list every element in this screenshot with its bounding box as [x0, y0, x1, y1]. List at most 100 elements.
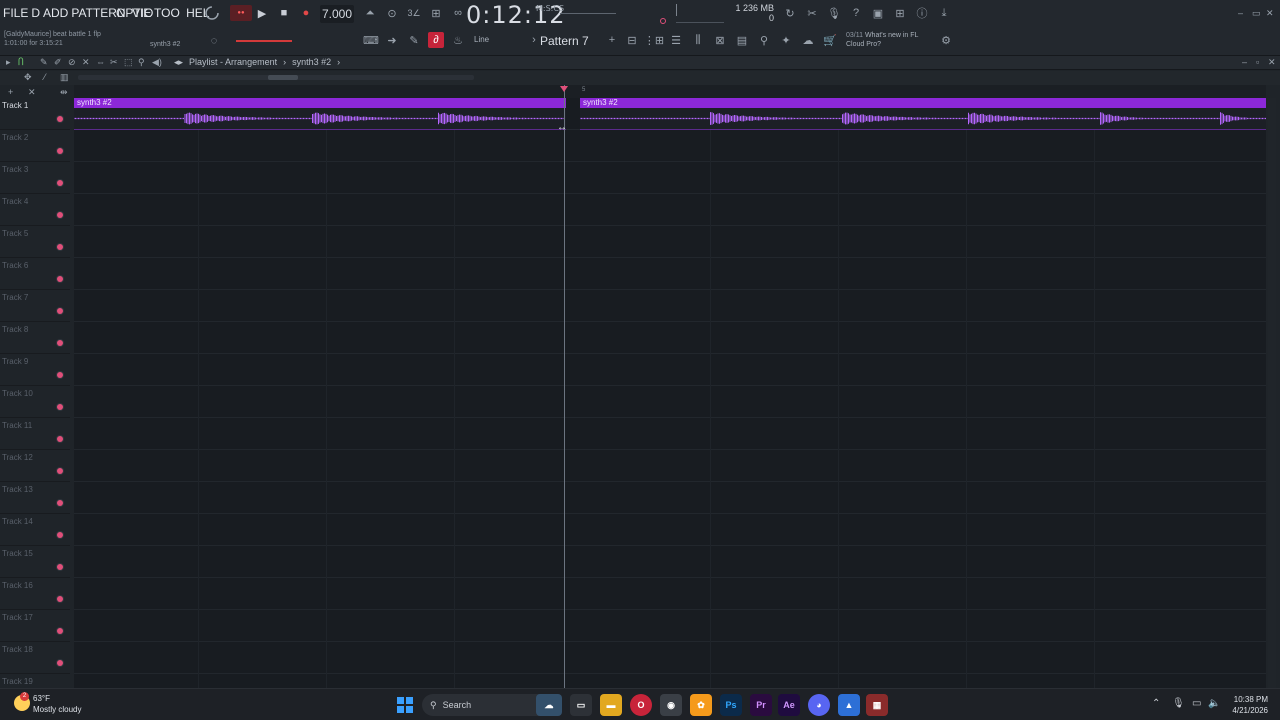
add-track-icon[interactable]: +: [8, 87, 13, 97]
track-lane[interactable]: [74, 546, 1266, 578]
track-header[interactable]: Track 8: [0, 322, 70, 354]
draw-tool-icon[interactable]: ✎: [40, 57, 48, 68]
breadcrumb-playlist[interactable]: Playlist - Arrangement: [189, 57, 277, 68]
track-lane[interactable]: [74, 642, 1266, 674]
playlist-icon[interactable]: ⊟: [624, 32, 640, 48]
project-picker-icon[interactable]: ⊠: [712, 32, 728, 48]
audio-clip[interactable]: synth3 #2: [74, 98, 566, 130]
save-icon[interactable]: ▣: [870, 5, 886, 21]
cut-icon[interactable]: ✂: [804, 5, 820, 21]
piano-roll-icon[interactable]: ⋮⊞: [644, 32, 664, 48]
track-lane[interactable]: [74, 418, 1266, 450]
track-mute-dot-icon[interactable]: [57, 628, 63, 634]
track-header[interactable]: Track 13: [0, 482, 70, 514]
countdown-icon[interactable]: 3∠: [406, 5, 422, 21]
record-icon[interactable]: ●: [298, 5, 314, 21]
track-lane[interactable]: [74, 194, 1266, 226]
track-lane[interactable]: [74, 450, 1266, 482]
track-header[interactable]: Track 12: [0, 450, 70, 482]
close-icon[interactable]: ✕: [1266, 8, 1274, 19]
menu-options[interactable]: OPTIO: [116, 6, 156, 22]
track-mute-dot-icon[interactable]: [57, 148, 63, 154]
mixer-icon[interactable]: ⫼: [690, 32, 706, 48]
help-icon[interactable]: ?: [848, 5, 864, 21]
select-tool-icon[interactable]: ⬚: [124, 57, 133, 68]
track-header[interactable]: Track 1: [0, 98, 70, 130]
track-lane[interactable]: [74, 290, 1266, 322]
track-lane[interactable]: [74, 578, 1266, 610]
microphone-icon[interactable]: 🎙: [826, 5, 842, 21]
restore-icon[interactable]: ▭: [1252, 8, 1261, 19]
playhead[interactable]: [564, 85, 565, 688]
discord-icon[interactable]: ◕: [808, 694, 830, 716]
track-lane[interactable]: [74, 130, 1266, 162]
link-icon[interactable]: ∂: [428, 32, 444, 48]
cloud-icon[interactable]: ☁: [800, 32, 816, 48]
download-icon[interactable]: ⤓: [936, 5, 952, 21]
playback-tool-icon[interactable]: ◀): [152, 57, 162, 68]
magnet-icon[interactable]: Ⴖ: [18, 57, 24, 68]
windows-start-icon[interactable]: [394, 694, 416, 716]
track-lane[interactable]: [74, 610, 1266, 642]
track-mute-dot-icon[interactable]: [57, 596, 63, 602]
undo-history-icon[interactable]: ↻: [782, 5, 798, 21]
track-header[interactable]: Track 6: [0, 258, 70, 290]
track-mute-dot-icon[interactable]: [57, 340, 63, 346]
tray-display-icon[interactable]: ▭: [1192, 698, 1201, 709]
keyboard-icon[interactable]: ⌨: [362, 32, 380, 48]
track-resize-icon[interactable]: ⇹: [60, 87, 68, 98]
channel-rack-icon[interactable]: ☰: [668, 32, 684, 48]
vpn-icon[interactable]: ▲: [838, 694, 860, 716]
vertical-scrollbar[interactable]: [1268, 98, 1276, 688]
playlist-close-icon[interactable]: ✕: [1268, 57, 1276, 68]
track-header[interactable]: Track 2: [0, 130, 70, 162]
track-header[interactable]: Track 16: [0, 578, 70, 610]
track-header[interactable]: Track 15: [0, 546, 70, 578]
file-explorer-icon[interactable]: ▬: [600, 694, 622, 716]
news-panel[interactable]: 03/11 What's new in FL Cloud Pro?: [846, 31, 918, 49]
track-header[interactable]: Track 9: [0, 354, 70, 386]
menu-tools[interactable]: TOO: [154, 6, 183, 22]
playhead-marker[interactable]: [560, 86, 568, 92]
track-lane[interactable]: [74, 514, 1266, 546]
shop-icon[interactable]: 🛒: [822, 32, 838, 48]
track-lane[interactable]: [74, 386, 1266, 418]
track-mute-dot-icon[interactable]: [57, 404, 63, 410]
track-mute-dot-icon[interactable]: [57, 468, 63, 474]
track-mute-dot-icon[interactable]: [57, 372, 63, 378]
track-lane[interactable]: [74, 482, 1266, 514]
track-header[interactable]: Track 11: [0, 418, 70, 450]
menu-add[interactable]: ADD: [43, 6, 71, 22]
song-time-display[interactable]: 0:12:12 M:S:CS: [466, 1, 566, 29]
tempo-tapper-icon[interactable]: ✦: [778, 32, 794, 48]
tempo-display[interactable]: 7.000: [320, 5, 354, 23]
track-header[interactable]: Track 17: [0, 610, 70, 642]
blend-notes-icon[interactable]: ⊞: [428, 5, 444, 21]
master-volume-knob[interactable]: [660, 18, 666, 24]
mute-tool-icon[interactable]: ✕: [82, 57, 90, 68]
wait-for-input-icon[interactable]: ⊙: [384, 5, 400, 21]
opera-icon[interactable]: O: [630, 694, 652, 716]
track-header[interactable]: Track 4: [0, 194, 70, 226]
zoom-tool-icon[interactable]: ⚲: [138, 57, 145, 68]
track-header[interactable]: Track 14: [0, 514, 70, 546]
settings-gear-icon[interactable]: ⚙: [938, 32, 954, 48]
obs-icon[interactable]: ◉: [660, 694, 682, 716]
horizontal-scrollbar[interactable]: [78, 75, 474, 80]
timeline-ruler[interactable]: 5: [74, 85, 1266, 98]
track-mute-dot-icon[interactable]: [57, 532, 63, 538]
arrangement-grid[interactable]: synth3 #2 synth3 #2: [74, 98, 1266, 688]
pattern-selector[interactable]: Pattern 7: [540, 32, 589, 50]
track-mute-dot-icon[interactable]: [57, 244, 63, 250]
master-pitch-slider[interactable]: [560, 13, 616, 14]
playlist-minimize-icon[interactable]: –: [1242, 57, 1247, 67]
scrollbar-thumb[interactable]: [268, 75, 298, 80]
track-header[interactable]: Track 7: [0, 290, 70, 322]
track-lane[interactable]: [74, 354, 1266, 386]
after-effects-icon[interactable]: Ae: [778, 694, 800, 716]
minimize-icon[interactable]: –: [1238, 8, 1243, 18]
breadcrumb-clip[interactable]: synth3 #2: [292, 57, 331, 68]
paint-tool-icon[interactable]: ✐: [54, 57, 62, 68]
remove-track-icon[interactable]: ✕: [28, 87, 36, 98]
song-pattern-toggle-icon[interactable]: ●●: [230, 5, 252, 21]
